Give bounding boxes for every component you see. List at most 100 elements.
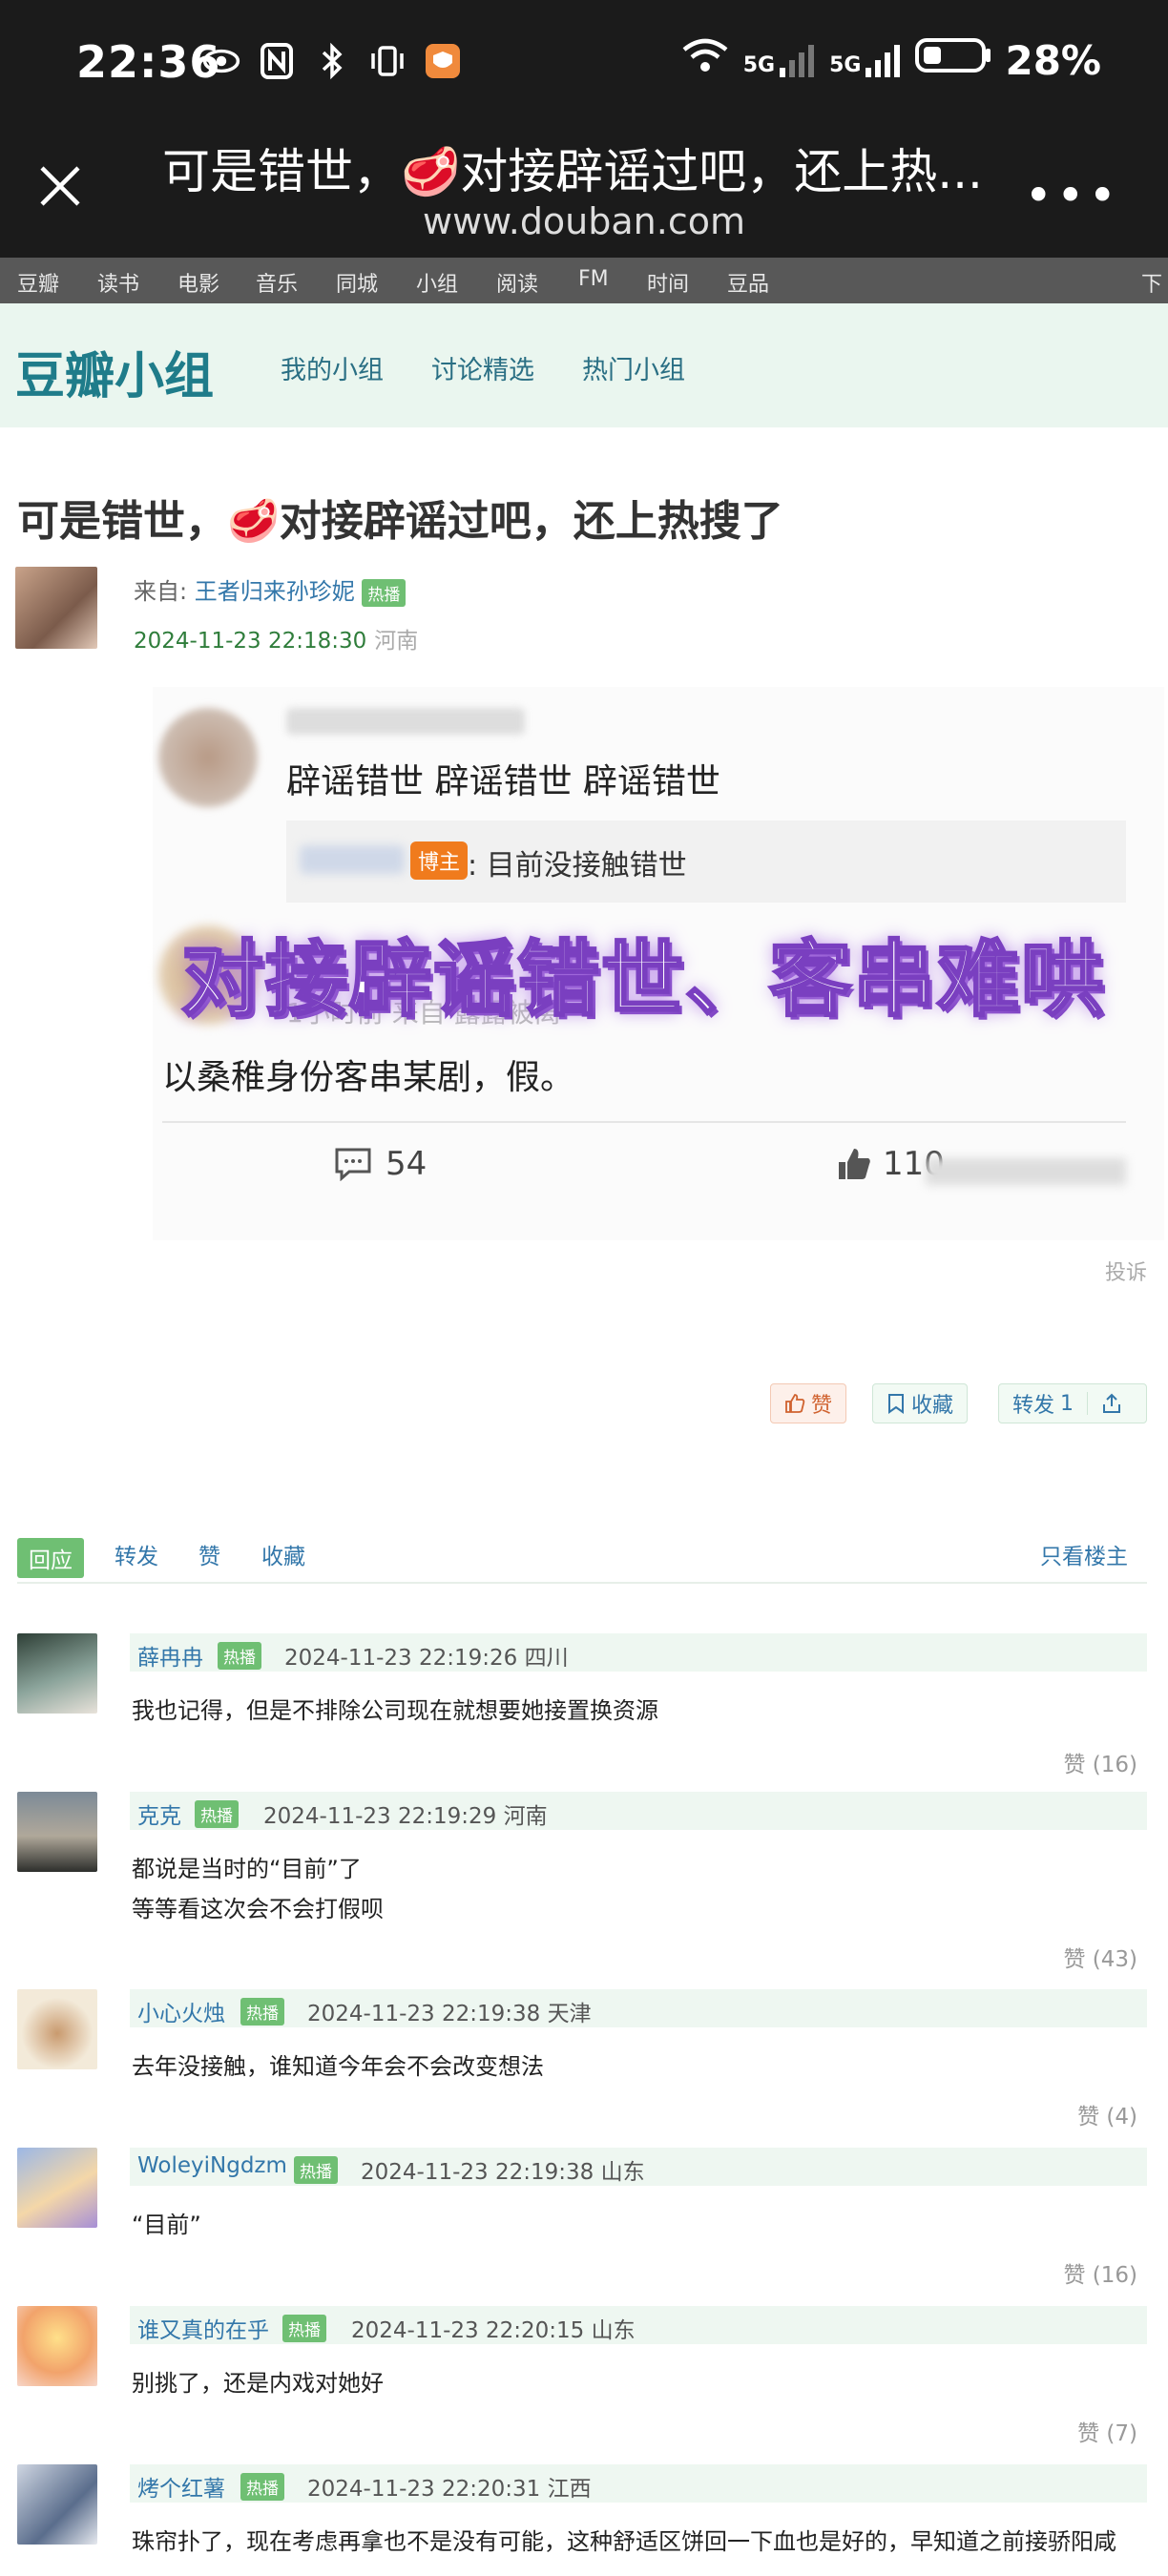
blurred-username [286, 708, 525, 735]
nav-movies[interactable]: 电影 [177, 267, 219, 298]
comment-header: 薛冉冉 热播 2024-11-23 22:19:26 四川 [130, 1633, 1147, 1672]
comment-avatar[interactable] [17, 2306, 97, 2386]
site-nav: 豆瓣 读书 电影 音乐 同城 小组 阅读 FM 时间 豆品 下载 [0, 258, 1168, 327]
bluetooth-icon [313, 42, 351, 80]
nav-time[interactable]: 时间 [647, 267, 689, 298]
post-actions: 回应 转发 赞 收藏 只看楼主 [17, 1534, 1147, 1584]
comment-text: 去年没接触，谁知道今年会不会改变想法 [132, 2053, 544, 2080]
page-title: 可是错世，🥩对接辟谣过吧，还上热... [162, 144, 983, 199]
host-badge: 博主 [410, 841, 469, 880]
nav-douban[interactable]: 豆瓣 [17, 267, 59, 298]
comment-avatar[interactable] [17, 2148, 97, 2228]
author-row: 来自: 王者归来孙珍妮 热播 [134, 572, 407, 607]
comment-line: 等等看这次会不会打假呗 [132, 1896, 384, 1922]
author-avatar[interactable] [15, 567, 97, 649]
comment-text: 别挑了，还是内戏对她好 [132, 2370, 384, 2397]
comment-timestamp: 2024-11-23 22:19:26 [284, 1646, 518, 1671]
comment-like[interactable]: 赞 (7) [1077, 2415, 1137, 2447]
comment-like[interactable]: 赞 (16) [1063, 1746, 1137, 1778]
quote-text: : 目前没接触错世 [468, 849, 687, 883]
comment-avatar[interactable] [17, 1633, 97, 1714]
comment-location: 天津 [547, 2002, 592, 2026]
group-logo[interactable]: 豆瓣小组 [15, 336, 214, 407]
comment-text: 都说是当时的“目前”了 等等看这次会不会打假呗 [132, 1849, 384, 1929]
repeat-text: 辟谣错世 辟谣错世 辟谣错世 [286, 762, 720, 801]
comment-text: 珠帘扑了，现在考虑再拿也不是没有可能，这种舒适区饼回一下血也是好的，早知道之前接… [132, 2528, 1116, 2555]
comment-date: 2024-11-23 22:19:29 河南 [263, 1797, 548, 1830]
nfc-icon [258, 42, 296, 80]
comment-timestamp: 2024-11-23 22:20:31 [307, 2477, 541, 2502]
reply-tab[interactable]: 回应 [17, 1538, 84, 1578]
comment-author[interactable]: 克克 [137, 1797, 181, 1830]
comment-text: “目前” [132, 2212, 201, 2238]
comment-like[interactable]: 赞 (43) [1063, 1941, 1137, 1973]
comment-date: 2024-11-23 22:19:26 四川 [284, 1639, 569, 1672]
nav-books[interactable]: 读书 [97, 267, 139, 298]
report-link[interactable]: 投诉 [1105, 1256, 1147, 1286]
comment-date: 2024-11-23 22:20:31 江西 [307, 2470, 592, 2503]
like-button[interactable]: 赞 [770, 1383, 847, 1423]
comment-header: 烤个红薯 热播 2024-11-23 22:20:31 江西 [130, 2464, 1147, 2503]
comment-location: 山东 [591, 2318, 636, 2343]
comment-avatar[interactable] [17, 1989, 97, 2069]
status-right: 5G 5G 28% [680, 36, 1101, 84]
network-type-1: 5G [742, 53, 776, 77]
nav-groups[interactable]: 小组 [416, 267, 458, 298]
share-label: 转发 [1012, 1394, 1055, 1418]
forward-tab[interactable]: 转发 [115, 1538, 158, 1570]
thumbs-up-icon [785, 1394, 805, 1413]
comment-avatar[interactable] [17, 2464, 97, 2545]
like-tab[interactable]: 赞 [198, 1538, 220, 1570]
comment-location: 河南 [503, 1804, 548, 1829]
comment-avatar[interactable] [17, 1792, 97, 1872]
nav-read[interactable]: 阅读 [496, 267, 538, 298]
comment-author[interactable]: 谁又真的在乎 [137, 2312, 269, 2344]
comment-author[interactable]: 小心火烛 [137, 1995, 225, 2027]
nav-market[interactable]: 豆品 [727, 267, 769, 298]
vibrate-icon [368, 42, 407, 80]
like-label: 赞 [811, 1394, 833, 1418]
comment-badge: 热播 [240, 1998, 284, 2025]
comment-author[interactable]: 烤个红薯 [137, 2470, 225, 2503]
tab-hot-groups[interactable]: 热门小组 [582, 349, 685, 386]
comment-badge: 热播 [240, 2473, 284, 2501]
network-type-2: 5G [829, 53, 862, 77]
comment-header: 谁又真的在乎 热播 2024-11-23 22:20:15 山东 [130, 2306, 1147, 2344]
share-count: 1 [1060, 1391, 1074, 1416]
nav-fm[interactable]: FM [578, 267, 609, 291]
embed-body: 以桑稚身份客串某剧，假。 [162, 1058, 575, 1097]
comment-timestamp: 2024-11-23 22:19:38 [361, 2160, 594, 2185]
comment-header: 克克 热播 2024-11-23 22:19:29 河南 [130, 1792, 1147, 1830]
comment-badge: 热播 [218, 1642, 261, 1670]
tab-featured[interactable]: 讨论精选 [431, 349, 534, 386]
status-icons [202, 42, 462, 80]
tab-my-groups[interactable]: 我的小组 [281, 349, 384, 386]
comment-timestamp: 2024-11-23 22:20:15 [351, 2318, 585, 2343]
comment-date: 2024-11-23 22:19:38 天津 [307, 1995, 592, 2027]
more-menu-button[interactable]: ••• [1025, 168, 1120, 223]
collect-button[interactable]: 收藏 [872, 1383, 969, 1423]
share-divider [1087, 1392, 1089, 1415]
embed-comment-count: 54 [334, 1145, 427, 1183]
comment-text: 我也记得，但是不排除公司现在就想要她接置换资源 [132, 1697, 658, 1724]
page-url: www.douban.com [422, 200, 745, 242]
comment-timestamp: 2024-11-23 22:19:29 [263, 1804, 497, 1829]
post-location: 河南 [374, 629, 419, 654]
collect-tab[interactable]: 收藏 [261, 1538, 305, 1570]
blurred-avatar [158, 708, 258, 807]
only-op-link[interactable]: 只看楼主 [1040, 1538, 1128, 1570]
comment-author[interactable]: 薛冉冉 [137, 1639, 203, 1672]
browser-title-bar: 可是错世，🥩对接辟谣过吧，还上热... www.douban.com ••• [0, 134, 1168, 258]
battery-level: 28% [1005, 36, 1101, 84]
share-icon[interactable] [1101, 1393, 1122, 1414]
comment-like[interactable]: 赞 (16) [1063, 2256, 1137, 2289]
nav-music[interactable]: 音乐 [256, 267, 298, 298]
comment-like[interactable]: 赞 (4) [1077, 2098, 1137, 2130]
comment-count: 54 [386, 1145, 428, 1183]
comment-author[interactable]: WoleyiNgdzm [137, 2153, 287, 2178]
author-name[interactable]: 王者归来孙珍妮 [195, 578, 355, 605]
share-button[interactable]: 转发 1 [998, 1383, 1147, 1423]
comment-date: 2024-11-23 22:20:15 山东 [351, 2312, 636, 2344]
nav-local[interactable]: 同城 [336, 267, 378, 298]
collect-label: 收藏 [911, 1394, 954, 1418]
